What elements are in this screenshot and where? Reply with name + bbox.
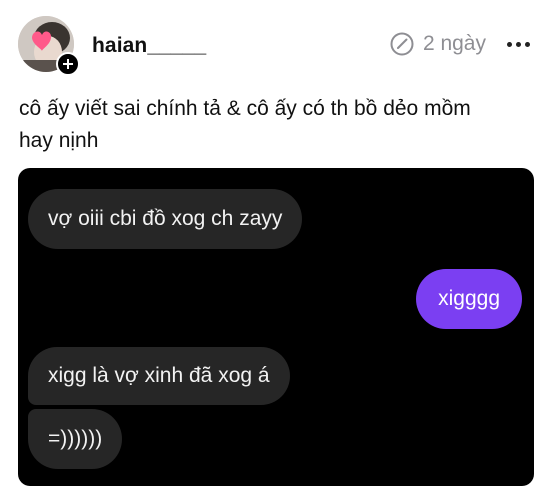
incoming-message: vợ oiii cbi đồ xog ch zayy xyxy=(28,189,303,249)
avatar-container[interactable] xyxy=(18,16,80,76)
post-meta: 2 ngày xyxy=(389,31,486,57)
caption-line: cô ấy viết sai chính tả & cô ấy có th bồ… xyxy=(19,97,471,120)
follow-plus-icon[interactable] xyxy=(56,52,80,76)
edited-icon xyxy=(390,32,414,56)
incoming-message: xigg là vợ xinh đã xog á xyxy=(28,347,290,405)
post-time: 2 ngày xyxy=(422,32,486,55)
incoming-message: =)))))) xyxy=(28,409,123,469)
outgoing-message: xigggg xyxy=(416,269,522,329)
post-caption: cô ấy viết sai chính tả & cô ấy có th bồ… xyxy=(19,93,539,157)
caption-line: hay nịnh xyxy=(19,129,99,152)
username[interactable]: haian_____ xyxy=(92,34,206,58)
thread-post: haian_____ 2 ngày cô ấy viết sai chính t… xyxy=(0,0,552,501)
chat-screenshot[interactable]: vợ oiii cbi đồ xog ch zayy xigggg xigg l… xyxy=(18,168,534,486)
more-icon[interactable] xyxy=(507,42,530,47)
